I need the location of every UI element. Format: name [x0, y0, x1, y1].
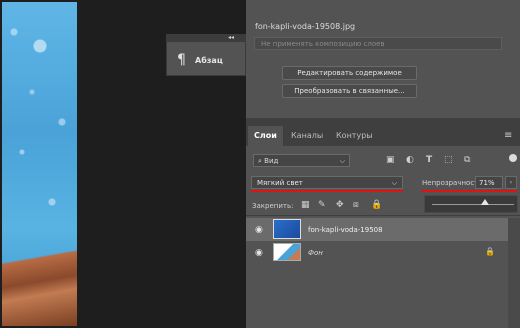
lock-brush-icon[interactable]: ✎	[318, 200, 326, 210]
opacity-dropdown-icon[interactable]: ›	[505, 176, 517, 189]
divider	[246, 215, 520, 216]
layer-name[interactable]: fon-kapli-voda-19508	[308, 226, 383, 234]
layer-comp-select[interactable]: Не применять композицию слоев	[254, 37, 502, 50]
properties-panel	[246, 0, 520, 120]
opacity-input[interactable]: 71%	[475, 176, 503, 189]
lock-artboard-icon[interactable]: ⧈	[353, 200, 359, 210]
layer-thumbnail	[273, 219, 301, 239]
chevron-down-icon: ⌵	[391, 179, 397, 187]
lock-icon: 🔒	[485, 247, 495, 256]
scrollbar[interactable]	[508, 218, 520, 328]
blend-mode-value: Мягкий свет	[257, 179, 303, 187]
blend-mode-select[interactable]: Мягкий свет ⌵	[251, 176, 403, 189]
tab-paths[interactable]: Контуры	[330, 126, 379, 146]
eye-icon[interactable]: ◉	[255, 225, 263, 235]
layers-list-empty-area	[246, 264, 508, 328]
paragraph-panel-label: Абзац	[195, 56, 223, 65]
highlight-underline	[421, 190, 517, 192]
lock-all-icon[interactable]: 🔒	[371, 200, 382, 210]
pixel-filter-icon[interactable]: ▣	[386, 155, 395, 165]
smart-object-filter-icon[interactable]: ⧉	[464, 155, 470, 165]
collapse-icon[interactable]: ◂◂	[228, 34, 234, 41]
filter-kind-label: ⌕ Вид	[258, 157, 279, 165]
lock-label: Закрепить:	[252, 202, 294, 210]
highlight-underline	[251, 190, 403, 192]
filter-toggle[interactable]	[509, 154, 517, 162]
layer-thumbnail	[273, 243, 301, 261]
layer-name[interactable]: Фон	[308, 249, 323, 257]
filter-kind-select[interactable]: ⌕ Вид ⌵	[253, 154, 350, 167]
lock-move-icon[interactable]: ✥	[336, 200, 344, 210]
adjustment-filter-icon[interactable]: ◐	[406, 155, 414, 165]
chevron-down-icon: ⌵	[339, 157, 345, 165]
panel-menu-icon[interactable]: ≡	[504, 130, 512, 141]
tab-layers[interactable]: Слои	[248, 126, 283, 146]
shape-filter-icon[interactable]: ⬚	[444, 155, 453, 165]
smart-object-filename: fon-kapli-voda-19508.jpg	[255, 22, 356, 31]
opacity-slider-thumb[interactable]	[481, 199, 489, 205]
tab-channels[interactable]: Каналы	[285, 126, 329, 146]
type-filter-icon[interactable]: T	[426, 155, 432, 165]
canvas-image-rock	[2, 246, 77, 326]
opacity-slider-track[interactable]	[432, 204, 514, 205]
convert-to-linked-button[interactable]: Преобразовать в связанные...	[282, 84, 417, 98]
edit-contents-button[interactable]: Редактировать содержимое	[282, 66, 417, 80]
eye-icon[interactable]: ◉	[255, 248, 263, 258]
pilcrow-icon: ¶	[177, 52, 186, 68]
panel-divider	[246, 118, 520, 126]
lock-pixels-icon[interactable]: ▦	[301, 200, 310, 210]
